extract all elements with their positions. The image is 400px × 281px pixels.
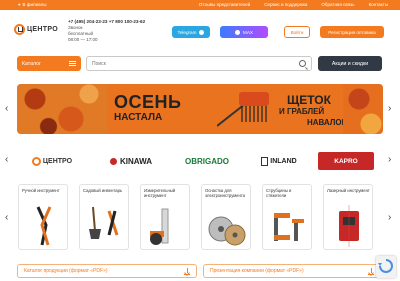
promo-banner[interactable]: ОСЕНЬ НАСТАЛА ЩЕТОК И ГРАБЛЕЙ НАВАЛОМ (17, 84, 383, 134)
category-card-power-tool-accessories[interactable]: Оснастка для электроинструмента (201, 184, 251, 250)
clamps-image (274, 213, 304, 241)
promotions-label: Акции и скидки (331, 60, 369, 67)
categories-prev-arrow-icon[interactable]: ‹ (5, 212, 8, 223)
recaptcha-icon (378, 259, 393, 273)
brand-logo-kapro[interactable]: KAPRO (318, 152, 374, 170)
site-logo[interactable]: ЦЕНТРО (14, 24, 58, 35)
top-link-service[interactable]: Сервис и поддержка (264, 2, 307, 7)
menu-icon (69, 61, 76, 66)
category-card-garden-tools[interactable]: Садовый инвентарь (79, 184, 129, 250)
centro-mark-icon (31, 156, 41, 166)
search-input[interactable] (92, 60, 292, 67)
brand-carousel: ЦЕНТРО KINAWA OBRIGADO INLAND KAPRO (18, 150, 382, 172)
brand-name: ЦЕНТРО (42, 157, 73, 165)
brush-tool-image (217, 92, 269, 127)
logo-text: ЦЕНТРО (27, 26, 58, 33)
category-card-measuring-tools[interactable]: Измерительный инструмент (140, 184, 190, 250)
top-strip: ⌖ В филиалы Отзывы представителей Сервис… (0, 0, 400, 10)
download-catalog-link[interactable]: Каталог продукции (формат «PDF») (17, 264, 197, 278)
max-button[interactable]: MAX (220, 26, 268, 38)
register-label: Регистрация оптовика (328, 29, 376, 35)
brand-logo-obrigado[interactable]: OBRIGADO (174, 152, 240, 170)
register-button[interactable]: Регистрация оптовика (320, 26, 384, 38)
category-card-hand-tools[interactable]: Ручной инструмент (18, 184, 68, 250)
banner-right-line1: ЩЕТОК (287, 93, 331, 107)
categories-next-arrow-icon[interactable]: › (388, 212, 391, 223)
kinawa-mark-icon (110, 157, 117, 165)
telegram-icon (199, 29, 205, 35)
telegram-label: Telegram (177, 29, 197, 35)
location-pin-icon: ⌖ (18, 2, 21, 7)
download-catalog-label: Каталог продукции (формат «PDF») (24, 268, 108, 274)
catalog-label: Каталог (22, 60, 41, 67)
download-icon (368, 268, 374, 275)
brand-name: INLAND (270, 157, 297, 165)
search-icon[interactable] (299, 60, 306, 67)
download-presentation-label: Презентация компании (формат «PDF») (210, 268, 304, 274)
pliers-image (36, 206, 52, 246)
max-label: MAX (243, 29, 253, 35)
laser-level-image (339, 205, 359, 247)
banner-right-line2: И ГРАБЛЕЙ (279, 107, 325, 116)
category-label: Ручной инструмент (22, 188, 60, 193)
brands-next-arrow-icon[interactable]: › (388, 154, 391, 165)
category-label: Измерительный инструмент (144, 188, 176, 198)
top-link-contacts[interactable]: Контакты (369, 2, 388, 7)
banner-title-line2: НАСТАЛА (114, 112, 163, 123)
autumn-leaves-image (17, 84, 107, 134)
category-label: Оснастка для электроинструмента (205, 188, 245, 198)
download-presentation-link[interactable]: Презентация компании (формат «PDF») (203, 264, 381, 278)
brand-logo-kinawa[interactable]: KINAWA (98, 152, 164, 170)
branch-selector[interactable]: ⌖ В филиалы (18, 2, 47, 7)
catalog-button[interactable]: Каталог (17, 56, 81, 71)
download-icon (184, 268, 190, 275)
logo-mark-icon (14, 24, 25, 35)
autumn-leaves-right-image (343, 84, 383, 134)
category-card-clamps[interactable]: Струбцины и стяжители (262, 184, 312, 250)
brands-prev-arrow-icon[interactable]: ‹ (5, 154, 8, 165)
brand-logo-centro[interactable]: ЦЕНТРО (24, 152, 80, 170)
category-label: Струбцины и стяжители (266, 188, 292, 198)
contact-info: +7 (495) 204-23-23 +7 800 100-23-62 Звон… (68, 19, 145, 43)
category-card-laser-tools[interactable]: Лазерный инструмент (323, 184, 373, 250)
top-link-feedback[interactable]: Обратная связь (321, 2, 354, 7)
brand-name: KAPRO (334, 157, 358, 165)
brand-name: OBRIGADO (185, 156, 229, 166)
branch-label: В филиалы (22, 2, 47, 7)
measuring-tools-image (150, 208, 169, 245)
page: ⌖ В филиалы Отзывы представителей Сервис… (0, 0, 400, 281)
cutting-discs-image (208, 216, 246, 246)
login-label: Войти (290, 29, 304, 35)
garden-tools-image (89, 206, 119, 239)
banner-title-line1: ОСЕНЬ (114, 92, 182, 112)
search-bar (86, 56, 312, 71)
promotions-button[interactable]: Акции и скидки (318, 56, 382, 71)
inland-mark-icon (261, 156, 269, 166)
banner-next-arrow-icon[interactable]: › (388, 103, 391, 114)
top-links: Отзывы представителей Сервис и поддержка… (199, 2, 388, 7)
top-link-reviews[interactable]: Отзывы представителей (199, 2, 250, 7)
working-hours: 08:00 — 17:00 (68, 37, 98, 42)
max-icon (235, 29, 241, 35)
recaptcha-badge[interactable] (376, 256, 396, 278)
category-label: Садовый инвентарь (83, 188, 123, 193)
brand-name: KINAWA (120, 156, 152, 166)
telegram-button[interactable]: Telegram (172, 26, 210, 38)
login-button[interactable]: Войти (284, 26, 310, 38)
banner-prev-arrow-icon[interactable]: ‹ (5, 103, 8, 114)
brand-logo-inland[interactable]: INLAND (250, 152, 308, 170)
category-label: Лазерный инструмент (327, 188, 370, 193)
